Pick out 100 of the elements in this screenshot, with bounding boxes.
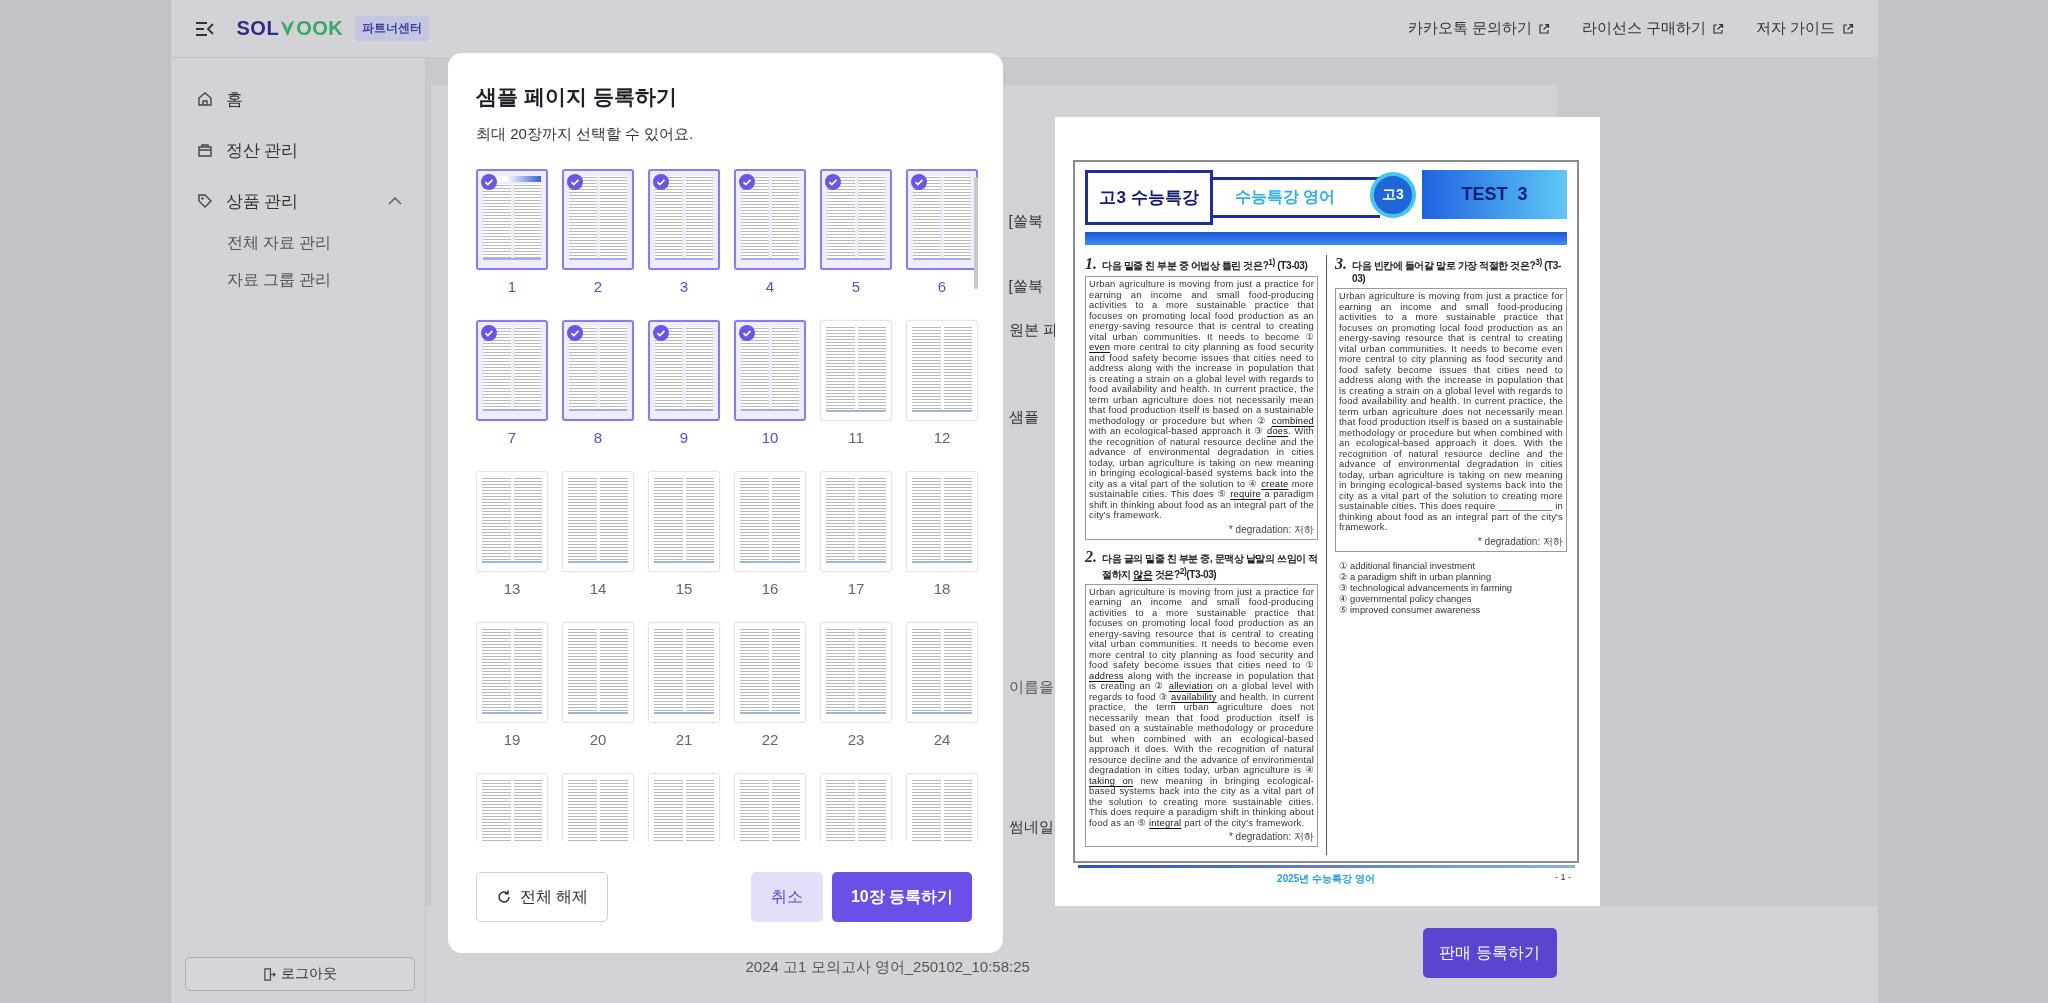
page-number: 8	[593, 429, 603, 446]
question-number: 2.	[1085, 547, 1097, 566]
sidebar-subitem[interactable]: 자료 그룹 관리	[196, 270, 412, 292]
page-thumbnail[interactable]	[562, 320, 634, 421]
page-number: 5	[851, 278, 861, 295]
external-link-icon	[1712, 22, 1725, 35]
form-label: [쏠북	[1008, 277, 1043, 296]
question-number: 1.	[1085, 255, 1097, 273]
page-number: 24	[933, 731, 951, 748]
footnote-text: * degradation: 저하	[1227, 522, 1314, 537]
sidebar-item[interactable]: 상품 관리	[196, 188, 412, 214]
answer-option: ① additional financial investment	[1335, 559, 1567, 571]
page-number: 9	[679, 429, 689, 446]
check-icon	[481, 325, 497, 341]
page-number: 22	[761, 731, 779, 748]
dialog-title: 샘플 페이지 등록하기	[476, 84, 678, 110]
check-icon	[825, 174, 841, 190]
banner-title: 고3 수능특강	[1085, 170, 1213, 225]
page-number: 15	[675, 580, 693, 597]
tag-icon	[196, 193, 213, 209]
check-icon	[653, 325, 669, 341]
scrollbar[interactable]	[974, 177, 978, 289]
register-sale-button[interactable]: 판매 등록하기	[1422, 928, 1557, 978]
page-number: 17	[847, 580, 865, 597]
logout-button[interactable]: 로그아웃	[184, 957, 415, 991]
check-icon	[567, 174, 583, 190]
check-icon	[653, 174, 669, 190]
passage-text: Urban agriculture is moving from just a practice for earning an income and small food-producing activities to a more sustainable practice that focuses on promoting local food production as an energy-saving resource that is central to creating vital urban communities. It needs to become even more central to city planning as food security and food safety become issues that cities need to address along with the increase in population that is creating a strain on a global level with regards to food availability and health. In current practice, the term urban agriculture does not necessarily mean that food production itself is based on a sustainable methodology or procedure but when combined with an ecological-based approach it does. With the recognition of natural resource decline and the advance of environmental degradation in cities today, urban agriculture is taking on new meaning in bringing ecological-based systems back into the city as a vital part of the solution to creating more sustainable cities. This does require __________ in thinking about food as an integral part of the city's framework.	[1339, 291, 1563, 533]
page-thumbnail[interactable]	[820, 169, 892, 270]
page-number: 3	[679, 278, 689, 295]
page-thumbnail[interactable]	[648, 320, 720, 421]
external-link[interactable]: 저자 가이드	[1756, 19, 1854, 38]
sidebar-subitem[interactable]: 전체 자료 관리	[196, 233, 412, 255]
home-icon	[196, 91, 213, 107]
page-thumbnail[interactable]	[734, 320, 806, 421]
footnote-text: * degradation: 저하	[1227, 830, 1314, 845]
form-label: 썸네일	[1008, 818, 1054, 837]
passage-text: Urban agriculture is moving from just a practice for earning an income and small food-producing activities to a more sustainable practice that focuses on promoting local food production as an energy-saving resource that is central to creating vital urban communities. It needs to become even more central to city planning as food security and food safety become issues that cities need to ① address along with the increase in population that is creating an ② alleviation on a global level with regards to food ③ availability and health. In current practice, the term urban agriculture does not necessarily mean that food production itself is based on a sustainable methodology or procedure but when combined with an ecological-based approach it does. With the recognition of natural resource decline and the advance of environmental degradation in cities today, urban agriculture is ④ taking on new meaning in bringing ecological-based systems back into the city as a vital part of the solution to creating more sustainable cities. This does require a paradigm shift in thinking about food as an ⑤ integral part of the city's framework.	[1089, 586, 1314, 829]
footer-title: 2025년 수능특강 영어	[1277, 872, 1375, 887]
page-number: 20	[589, 731, 607, 748]
sidebar-item[interactable]: 정산 관리	[196, 137, 412, 163]
page-number: 16	[761, 580, 779, 597]
logout-icon	[262, 967, 276, 981]
external-link-icon	[1841, 22, 1854, 35]
page-number: 23	[847, 731, 865, 748]
logo[interactable]: SOL OOK	[236, 17, 344, 40]
page-number: 6	[937, 278, 947, 295]
page-number: - 1 -	[1555, 872, 1571, 883]
page-number: 12	[933, 429, 951, 446]
question-text: 다음 밑줄 친 부분 중 어법상 틀린 것은?$^{1)}$ (T3-03)	[1102, 255, 1308, 272]
shopping-bag-icon	[196, 142, 213, 158]
page-thumbnail[interactable]	[734, 169, 806, 270]
dialog-subtitle: 최대 20장까지 선택할 수 있어요.	[476, 125, 695, 144]
answer-option: ③ technological advancements in farming	[1335, 581, 1567, 593]
page-number: 1	[507, 278, 517, 295]
test-label: TEST 3	[1422, 170, 1567, 219]
answer-option: ② a paradigm shift in urban planning	[1335, 570, 1567, 582]
menu-icon[interactable]	[194, 20, 215, 37]
partner-badge: 파트너센터	[355, 16, 430, 41]
field-placeholder[interactable]: 이름을	[1008, 678, 1054, 698]
footnote-text: * degradation: 저하	[1476, 534, 1563, 549]
page-number: 2	[593, 278, 603, 295]
check-icon	[739, 325, 755, 341]
page-number: 4	[765, 278, 775, 295]
file-name: 2024 고1 모의고사 영어_250102_10:58:25	[745, 958, 1030, 977]
check-icon	[739, 174, 755, 190]
external-link[interactable]: 카카오톡 문의하기	[1408, 19, 1551, 38]
page-number: 13	[503, 580, 521, 597]
page-thumbnail[interactable]	[562, 169, 634, 270]
answer-option: ④ governmental policy changes	[1335, 592, 1567, 604]
answer-option: ⑤ improved consumer awareness	[1335, 603, 1567, 615]
external-link[interactable]: 라이선스 구매하기	[1582, 19, 1725, 38]
chevron-icon[interactable]	[387, 197, 402, 205]
form-label: 샘플	[1008, 408, 1039, 427]
check-icon	[481, 174, 497, 190]
page-thumbnail[interactable]	[906, 169, 978, 270]
page-number: 21	[675, 731, 693, 748]
refresh-icon	[495, 889, 512, 905]
page-number: 10	[761, 429, 779, 446]
page-thumbnail[interactable]	[648, 169, 720, 270]
passage-text: Urban agriculture is moving from just a practice for earning an income and small food-producing activities to a more sustainable practice that focuses on promoting local food production as an energy-saving resource that is central to creating vital urban communities. It needs to become ① even more central to city planning as food security and food safety become issues that cities need to address along with the increase in population that is creating a strain on a global level with regards to food availability and health. In current practice, the term urban agriculture does not necessarily mean that food production itself is based on a sustainable methodology or procedure but when ② combined with an ecological-based approach it ③ does. With the recognition of natural resource decline and the advance of environmental degradation in cities today, urban agriculture is taking on new meaning in bringing ecological-based systems back into the city as a vital part of the solution to ④ create more sustainable cities. This does ⑤ require a paradigm shift in thinking about food as an integral part of the city's framework.	[1089, 279, 1314, 521]
form-label: [쏠북	[1008, 212, 1043, 231]
page-number: 7	[507, 429, 517, 446]
cancel-button[interactable]: 취소	[751, 872, 823, 922]
page-number: 19	[503, 731, 521, 748]
sidebar-item[interactable]: 홈	[196, 86, 412, 112]
grade-badge: 고3	[1370, 172, 1416, 218]
page-thumbnail[interactable]	[476, 320, 548, 421]
question-text: 다음 글의 밑줄 친 부분 중, 문맥상 낱말의 쓰임이 적절하지 않은 것은?$^{2)}$(T3-03)	[1102, 551, 1318, 581]
check-icon	[911, 174, 927, 190]
page-number: 14	[589, 580, 607, 597]
question-text: 다음 빈칸에 들어갈 말로 가장 적절한 것은?$^{3)}$ (T3-03)	[1352, 255, 1562, 285]
external-link-icon	[1538, 22, 1551, 35]
deselect-all-button[interactable]: 전체 해제	[476, 872, 608, 922]
register-button[interactable]: 10장 등록하기	[832, 872, 972, 922]
page-number: 11	[848, 429, 864, 446]
page-thumbnail[interactable]	[476, 169, 548, 270]
form-label: 원본 파	[1008, 321, 1058, 340]
question-number: 3.	[1335, 255, 1347, 273]
check-icon	[567, 325, 583, 341]
